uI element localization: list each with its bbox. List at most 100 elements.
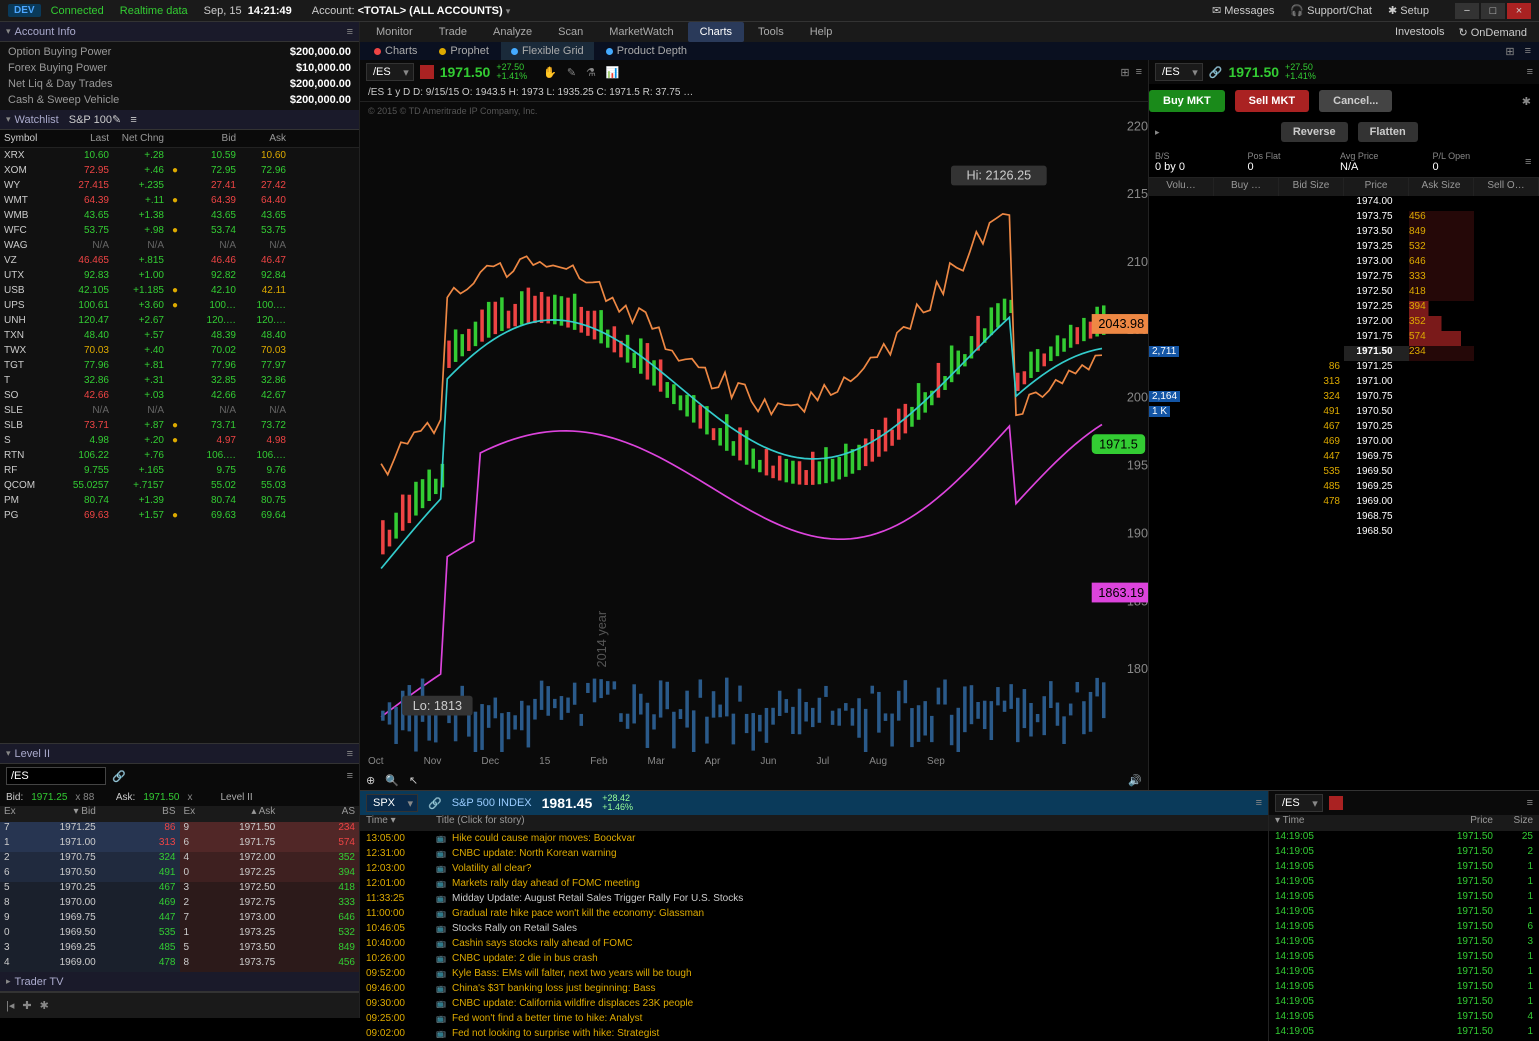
messages-link[interactable]: ✉ Messages [1212, 4, 1274, 17]
watchlist-row[interactable]: SLE N/A N/A N/A N/A [0, 403, 359, 418]
l2-ask-row[interactable]: 51973.50849 [180, 942, 360, 957]
news-row[interactable]: 12:03:00 📺 Volatility all clear? [360, 861, 1268, 876]
watchlist-row[interactable]: WAG N/A N/A N/A N/A [0, 238, 359, 253]
sell-button[interactable]: Sell MKT [1235, 90, 1309, 112]
link-icon[interactable]: 🔗 [428, 797, 442, 810]
settings-icon[interactable]: ✱ [40, 999, 49, 1012]
news-row[interactable]: 11:33:25 📺 Midday Update: August Retail … [360, 891, 1268, 906]
watchlist-row[interactable]: VZ 46.465 +.815 46.46 46.47 [0, 253, 359, 268]
ladder-row[interactable]: 1973.25 532 [1149, 241, 1539, 256]
l2-ask-row[interactable]: 21972.75333 [180, 897, 360, 912]
ladder-row[interactable]: 1973.50 849 [1149, 226, 1539, 241]
subtab-product-depth[interactable]: Product Depth [596, 42, 697, 60]
watchlist-row[interactable]: WFC 53.75 +.98 ● 53.74 53.75 [0, 223, 359, 238]
pencil-icon[interactable]: ✎ [567, 66, 576, 79]
watchlist-body[interactable]: XRX 10.60 +.28 10.59 10.60 XOM 72.95 +.4… [0, 148, 359, 743]
ondemand-link[interactable]: ↻ OnDemand [1458, 26, 1527, 39]
gear-icon[interactable]: ≡ [347, 26, 353, 38]
add-icon[interactable]: ✚ [22, 999, 31, 1012]
l2-ask-row[interactable]: 01972.25394 [180, 867, 360, 882]
ladder-row[interactable]: 2,164 324 1970.75 [1149, 391, 1539, 406]
watchlist-row[interactable]: PG 69.63 +1.57 ● 69.63 69.64 [0, 508, 359, 523]
ladder-row[interactable]: 485 1969.25 [1149, 481, 1539, 496]
ladder-row[interactable]: 2,711 1971.50 234 [1149, 346, 1539, 361]
ts-symbol-select[interactable]: /ES [1275, 794, 1323, 812]
cursor-icon[interactable]: ↖ [409, 774, 418, 787]
buy-button[interactable]: Buy MKT [1149, 90, 1225, 112]
l2-bid-row[interactable]: 11971.00313 [0, 837, 180, 852]
grid-icon[interactable]: ⊞ [1120, 66, 1129, 79]
news-row[interactable]: 12:01:00 📺 Markets rally day ahead of FO… [360, 876, 1268, 891]
record-icon[interactable] [1329, 796, 1343, 810]
news-row[interactable]: 10:26:00 📺 CNBC update: 2 die in bus cra… [360, 951, 1268, 966]
level2-symbol-input[interactable] [6, 767, 106, 785]
l2-ask-row[interactable]: 81973.75456 [180, 957, 360, 972]
ladder-row[interactable]: 1973.00 646 [1149, 256, 1539, 271]
news-body[interactable]: 13:05:00 📺 Hike could cause major moves:… [360, 831, 1268, 1041]
watchlist-row[interactable]: RTN 106.22 +.76 106.… 106.… [0, 448, 359, 463]
l2-ask-row[interactable]: 91971.50234 [180, 822, 360, 837]
gear-icon[interactable]: ≡ [347, 748, 353, 760]
study-icon[interactable]: 📊 [606, 66, 620, 79]
ladder-body[interactable]: 1974.00 1973.75 456 1973.50 849 1973.25 … [1149, 196, 1539, 790]
ladder-row[interactable]: 535 1969.50 [1149, 466, 1539, 481]
close-button[interactable]: × [1507, 3, 1531, 19]
watchlist-row[interactable]: SO 42.66 +.03 42.66 42.67 [0, 388, 359, 403]
l2-ask-row[interactable]: 11973.25532 [180, 927, 360, 942]
tab-monitor[interactable]: Monitor [364, 22, 425, 42]
news-row[interactable]: 09:52:00 📺 Kyle Bass: EMs will falter, n… [360, 966, 1268, 981]
watchlist-row[interactable]: UPS 100.61 +3.60 ● 100… 100.… [0, 298, 359, 313]
news-row[interactable]: 13:05:00 📺 Hike could cause major moves:… [360, 831, 1268, 846]
zoom-icon[interactable]: 🔍 [385, 774, 399, 787]
flask-icon[interactable]: ⚗ [586, 66, 596, 79]
timesales-body[interactable]: 14:19:05 1971.50 25 14:19:05 1971.50 2 1… [1269, 831, 1539, 1041]
account-selector[interactable]: Account: <TOTAL> (ALL ACCOUNTS) ▾ [312, 5, 515, 17]
l2-bid-row[interactable]: 61970.50491 [0, 867, 180, 882]
ladder-row[interactable]: 1 K 491 1970.50 [1149, 406, 1539, 421]
ladder-row[interactable]: 86 1971.25 [1149, 361, 1539, 376]
minimize-button[interactable]: − [1455, 3, 1479, 19]
support-link[interactable]: 🎧 Support/Chat [1290, 4, 1372, 17]
watchlist-row[interactable]: WMB 43.65 +1.38 43.65 43.65 [0, 208, 359, 223]
watchlist-row[interactable]: TXN 48.40 +.57 48.39 48.40 [0, 328, 359, 343]
l2-bid-row[interactable]: 71971.2586 [0, 822, 180, 837]
reverse-button[interactable]: Reverse [1281, 122, 1348, 142]
menu-icon[interactable]: ≡ [1525, 45, 1531, 57]
watchlist-row[interactable]: TGT 77.96 +.81 77.96 77.97 [0, 358, 359, 373]
setup-link[interactable]: ✱ Setup [1388, 4, 1429, 17]
menu-icon[interactable]: ≡ [1527, 66, 1533, 78]
subtab-flexible-grid[interactable]: Flexible Grid [501, 42, 594, 60]
watchlist-row[interactable]: WMT 64.39 +.11 ● 64.39 64.40 [0, 193, 359, 208]
news-row[interactable]: 10:40:00 📺 Cashin says stocks rally ahea… [360, 936, 1268, 951]
link-icon[interactable]: 🔗 [1209, 66, 1223, 79]
audio-icon[interactable]: 🔊 [1128, 774, 1142, 787]
ladder-row[interactable]: 1974.00 [1149, 196, 1539, 211]
watchlist-row[interactable]: QCOM 55.0257 +.7157 55.02 55.03 [0, 478, 359, 493]
record-icon[interactable] [420, 65, 434, 79]
menu-icon[interactable]: ≡ [347, 770, 353, 782]
news-row[interactable]: 09:02:00 📺 Fed not looking to surprise w… [360, 1026, 1268, 1041]
watchlist-row[interactable]: WY 27.415 +.235 27.41 27.42 [0, 178, 359, 193]
watchlist-row[interactable]: SLB 73.71 +.87 ● 73.71 73.72 [0, 418, 359, 433]
l2-bid-row[interactable]: 31969.25485 [0, 942, 180, 957]
watchlist-row[interactable]: XOM 72.95 +.46 ● 72.95 72.96 [0, 163, 359, 178]
l2-ask-row[interactable]: 71973.00646 [180, 912, 360, 927]
target-icon[interactable]: ⊕ [366, 774, 375, 787]
settings-icon[interactable]: ✱ [1522, 95, 1531, 108]
tab-help[interactable]: Help [798, 22, 845, 42]
prev-icon[interactable]: |◂ [6, 999, 14, 1012]
tab-marketwatch[interactable]: MarketWatch [597, 22, 685, 42]
tradertv-header[interactable]: ▸Trader TV [0, 972, 359, 992]
news-symbol-select[interactable]: SPX [366, 794, 418, 812]
watchlist-row[interactable]: UTX 92.83 +1.00 92.82 92.84 [0, 268, 359, 283]
menu-icon[interactable]: ≡ [1256, 797, 1262, 809]
news-row[interactable]: 09:30:00 📺 CNBC update: California wildf… [360, 996, 1268, 1011]
l2-bid-row[interactable]: 51970.25467 [0, 882, 180, 897]
tab-tools[interactable]: Tools [746, 22, 796, 42]
ladder-row[interactable]: 1971.75 574 [1149, 331, 1539, 346]
ladder-row[interactable]: 1968.75 [1149, 511, 1539, 526]
ladder-row[interactable]: 313 1971.00 [1149, 376, 1539, 391]
watchlist-row[interactable]: PM 80.74 +1.39 80.74 80.75 [0, 493, 359, 508]
l2-bid-row[interactable]: 91969.75447 [0, 912, 180, 927]
chart-symbol-select[interactable]: /ES [366, 63, 414, 81]
